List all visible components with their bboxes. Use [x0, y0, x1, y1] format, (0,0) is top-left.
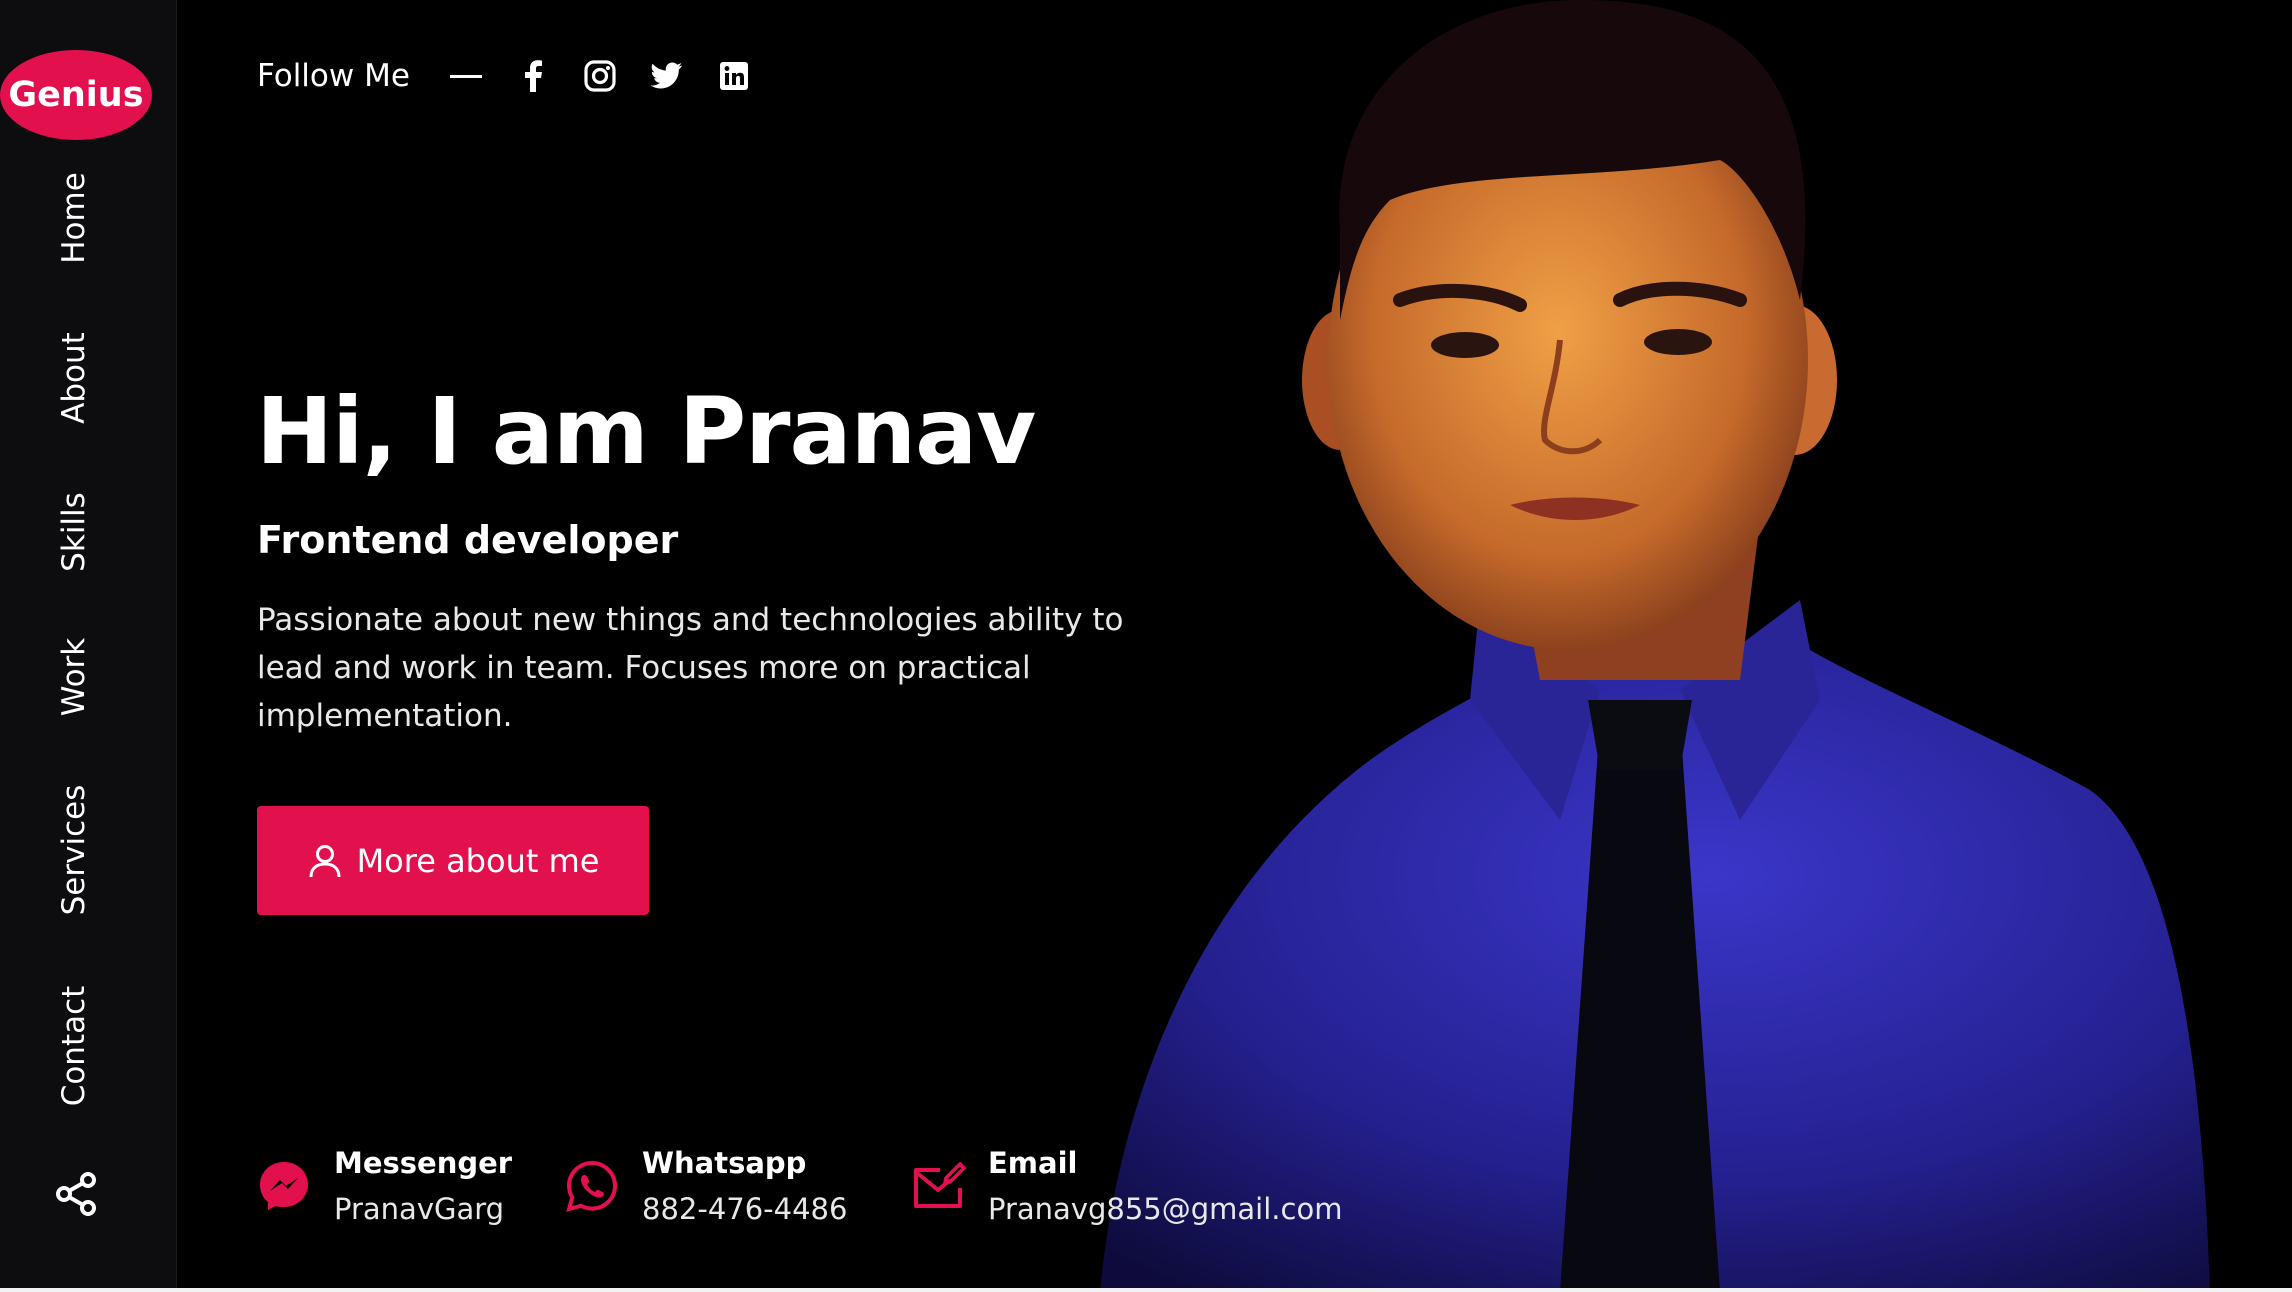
messenger-icon	[260, 1162, 308, 1210]
contact-whatsapp[interactable]: Whatsapp 882-476-4486	[564, 1140, 847, 1232]
nav-services[interactable]: Services	[56, 785, 92, 916]
hero-role: Frontend developer	[257, 518, 679, 562]
contact-title: Whatsapp	[642, 1146, 807, 1180]
nav-contact[interactable]: Contact	[56, 986, 92, 1107]
whatsapp-icon	[566, 1160, 618, 1212]
more-about-me-label: More about me	[356, 841, 600, 880]
contact-email[interactable]: Email Pranavg855@gmail.com	[910, 1140, 1342, 1232]
follow-label: Follow Me	[257, 58, 410, 94]
contact-value: Pranavg855@gmail.com	[988, 1192, 1343, 1226]
more-about-me-button[interactable]: More about me	[257, 806, 649, 915]
hero-description: Passionate about new things and technolo…	[257, 602, 1124, 734]
contact-value: 882-476-4486	[642, 1192, 848, 1226]
email-icon	[914, 1162, 966, 1208]
nav-home[interactable]: Home	[56, 172, 92, 264]
twitter-icon[interactable]	[650, 59, 684, 93]
follow-divider	[449, 74, 482, 78]
instagram-icon[interactable]	[583, 59, 617, 93]
nav-about[interactable]: About	[56, 332, 92, 424]
portfolio-page: Genius Home About Skills Work Services C…	[0, 0, 2292, 1292]
user-icon	[309, 844, 341, 877]
linkedin-icon[interactable]	[717, 59, 751, 93]
nav-work[interactable]: Work	[56, 638, 92, 717]
logo[interactable]: Genius	[0, 50, 152, 140]
portrait-image	[1100, 0, 2210, 1292]
bottom-border	[0, 1288, 2292, 1292]
follow-bar: Follow Me	[257, 50, 784, 102]
hero-title: Hi, I am Pranav	[256, 378, 1036, 485]
contact-title: Email	[988, 1146, 1078, 1180]
facebook-icon[interactable]	[516, 59, 550, 93]
contact-value: PranavGarg	[334, 1192, 505, 1226]
share-icon[interactable]	[52, 1170, 100, 1218]
contact-title: Messenger	[334, 1146, 513, 1180]
contact-messenger[interactable]: Messenger PranavGarg	[256, 1140, 512, 1232]
nav-skills[interactable]: Skills	[56, 492, 92, 572]
sidebar: Genius Home About Skills Work Services C…	[0, 0, 177, 1292]
